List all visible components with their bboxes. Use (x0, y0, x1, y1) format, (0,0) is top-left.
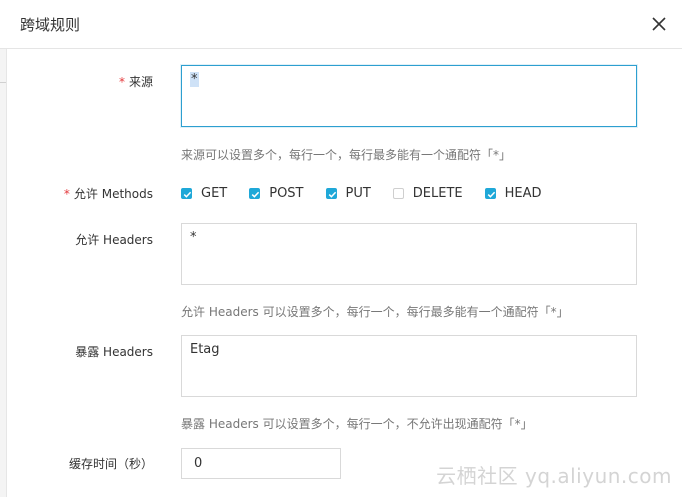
method-delete-checkbox[interactable]: DELETE (392, 186, 463, 201)
method-label: PUT (345, 186, 371, 201)
origin-value: * (190, 72, 199, 87)
method-post-checkbox[interactable]: POST (249, 186, 304, 201)
method-put-checkbox[interactable]: PUT (325, 186, 371, 201)
allowed-headers-value: * (190, 230, 197, 245)
checkbox-checked-icon (325, 188, 337, 199)
method-get-checkbox[interactable]: GET (181, 186, 227, 201)
methods-label-row: * 允许 Methods (64, 185, 153, 202)
expose-headers-value: Etag (190, 342, 220, 357)
cache-time-label: 缓存时间（秒） (68, 457, 153, 471)
method-label: HEAD (504, 186, 542, 201)
allowed-headers-hint: 允许 Headers 可以设置多个，每行一个，每行最多能有一个通配符「*」 (181, 305, 569, 319)
method-label: POST (269, 186, 304, 201)
checkbox-unchecked-icon (392, 188, 404, 199)
method-label: DELETE (412, 186, 463, 201)
dialog-header: 跨域规则 (0, 0, 682, 49)
dialog-title: 跨域规则 (20, 16, 81, 34)
cors-rule-dialog: 跨域规则 * 来源 * 来源可以设置多个，每行一个，每行最多能有一个通配符「*」 … (0, 0, 682, 497)
expose-headers-hint: 暴露 Headers 可以设置多个，每行一个，不允许出现通配符「*」 (181, 417, 533, 431)
close-icon[interactable] (651, 16, 667, 32)
background-page-edge (0, 48, 7, 497)
allowed-headers-textarea[interactable]: * (181, 223, 637, 285)
expose-headers-label: 暴露 Headers (75, 345, 153, 359)
background-divider (0, 68, 6, 83)
origin-label: 来源 (128, 75, 153, 89)
required-mark: * (63, 187, 70, 201)
checkbox-checked-icon (249, 188, 261, 199)
origin-hint: 来源可以设置多个，每行一个，每行最多能有一个通配符「*」 (181, 148, 512, 162)
cache-time-input[interactable]: 0 (181, 448, 341, 479)
methods-label: 允许 Methods (73, 187, 153, 201)
allowed-headers-label: 允许 Headers (75, 233, 153, 247)
required-mark: * (118, 75, 125, 89)
cache-time-value: 0 (194, 456, 203, 471)
origin-textarea[interactable]: * (181, 65, 637, 127)
expose-headers-textarea[interactable]: Etag (181, 335, 637, 397)
method-label: GET (201, 186, 228, 201)
checkbox-checked-icon (181, 188, 192, 199)
methods-checkbox-group: GET POST PUT DELETE HEAD (181, 186, 564, 201)
watermark: 云栖社区 yq.aliyun.com (436, 464, 672, 488)
checkbox-checked-icon (484, 188, 496, 199)
origin-label-row: * 来源 (119, 73, 153, 90)
method-head-checkbox[interactable]: HEAD (484, 186, 542, 201)
